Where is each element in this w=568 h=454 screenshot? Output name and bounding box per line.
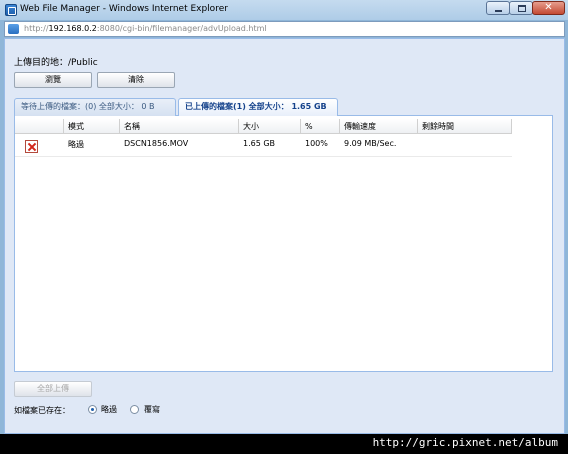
uploaded-files-grid: 模式 名稱 大小 % 傳輸速度 剩餘時間 略過 DSCN1856.MOV 1.6… [14, 116, 553, 372]
close-icon: ✕ [544, 2, 553, 13]
title-bar[interactable]: Web File Manager - Windows Internet Expl… [0, 0, 568, 20]
delete-icon[interactable] [25, 140, 38, 153]
watermark-bar: http://gric.pixnet.net/album [0, 434, 568, 454]
url-path: :8080/cgi-bin/filemanager/advUpload.html [96, 24, 267, 33]
column-header-size[interactable]: 大小 [239, 119, 301, 134]
column-header-remaining[interactable]: 剩餘時間 [418, 119, 512, 134]
url-prefix: http:// [24, 24, 49, 33]
tab-uploaded-files[interactable]: 已上傳的檔案(1) 全部大小： 1.65 GB [178, 98, 338, 117]
upload-all-button[interactable]: 全部上傳 [14, 381, 92, 397]
column-header-speed[interactable]: 傳輸速度 [340, 119, 418, 134]
column-header-name[interactable]: 名稱 [120, 119, 239, 134]
overwrite-radio-label[interactable]: 覆寫 [144, 404, 160, 415]
cell-mode: 略過 [68, 140, 84, 149]
column-header-delete [15, 119, 64, 134]
tab-waiting-files[interactable]: 等待上傳的檔案：(0) 全部大小： 0 B [14, 98, 176, 116]
upload-destination: 上傳目的地：/Public [14, 58, 98, 68]
close-button[interactable]: ✕ [532, 1, 565, 15]
minimize-icon [495, 10, 502, 12]
cell-size: 1.65 GB [243, 139, 276, 148]
url-host: 192.168.0.2 [48, 24, 97, 33]
file-exists-label: 如檔案已存在： [14, 406, 70, 415]
page-content: 上傳目的地：/Public 瀏覽 清除 等待上傳的檔案：(0) 全部大小： 0 … [4, 38, 565, 434]
ie-page-icon [5, 4, 17, 16]
watermark-text: http://gric.pixnet.net/album [372, 436, 558, 449]
skip-radio[interactable] [88, 405, 97, 414]
cell-speed: 9.09 MB/Sec. [344, 139, 397, 148]
cell-name: DSCN1856.MOV [124, 139, 189, 148]
browser-window: Web File Manager - Windows Internet Expl… [0, 0, 568, 454]
page-icon [8, 24, 19, 34]
minimize-button[interactable] [486, 1, 510, 15]
window-title: Web File Manager - Windows Internet Expl… [20, 4, 228, 14]
maximize-icon [518, 5, 526, 12]
browse-button[interactable]: 瀏覽 [14, 72, 92, 88]
skip-radio-label[interactable]: 略過 [101, 404, 117, 415]
address-bar[interactable]: http://192.168.0.2:8080/cgi-bin/filemana… [4, 21, 565, 37]
tab-strip: 等待上傳的檔案：(0) 全部大小： 0 B 已上傳的檔案(1) 全部大小： 1.… [14, 98, 553, 117]
overwrite-radio[interactable] [130, 405, 139, 414]
grid-header: 模式 名稱 大小 % 傳輸速度 剩餘時間 [15, 119, 512, 134]
clear-button[interactable]: 清除 [97, 72, 175, 88]
column-header-percent[interactable]: % [301, 119, 340, 134]
url-text: http://192.168.0.2:8080/cgi-bin/filemana… [24, 24, 267, 33]
cell-percent: 100% [305, 139, 328, 148]
table-row[interactable]: 略過 DSCN1856.MOV 1.65 GB 100% 9.09 MB/Sec… [15, 135, 512, 157]
column-header-mode[interactable]: 模式 [64, 119, 120, 134]
maximize-button[interactable] [509, 1, 533, 15]
